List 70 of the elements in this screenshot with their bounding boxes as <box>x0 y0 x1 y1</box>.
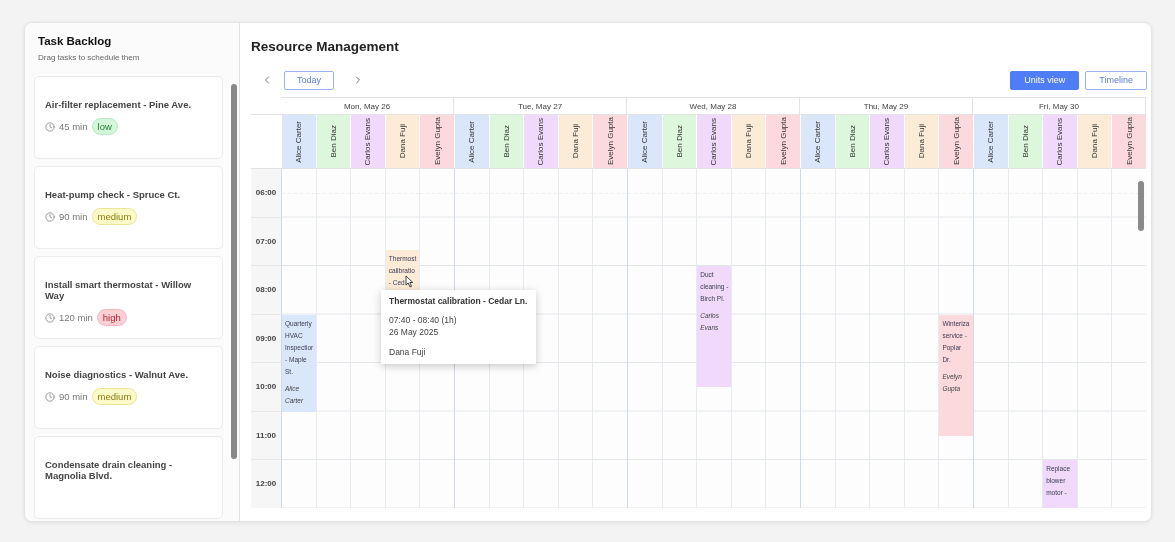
resource-header: Alice Carter <box>454 115 489 168</box>
day-header: Fri, May 30 <box>973 97 1146 114</box>
resource-header: Ben Diaz <box>1007 115 1043 168</box>
priority-tag: low <box>91 118 118 135</box>
view-tab[interactable]: Timeline <box>1085 70 1147 90</box>
hour-label: 06:00 <box>255 188 277 198</box>
tooltip-date: 26 May 2025 <box>389 327 440 337</box>
resource-header: Ben Diaz <box>488 115 524 168</box>
resource-header: Dana Fuji <box>903 115 939 168</box>
resource-header: Dana Fuji <box>384 115 420 168</box>
day-header: Tue, May 27 <box>454 97 627 114</box>
clock-icon <box>45 121 55 132</box>
resource-header: Evelyn Gupta <box>419 115 454 168</box>
task-card[interactable]: Condensate drain cleaning - Magnolia Blvd. <box>34 436 223 519</box>
resource-header: Carlos Evans <box>523 115 558 168</box>
resource-header: Carlos Evans <box>350 115 385 168</box>
priority-tag: high <box>96 309 127 326</box>
resource-header: Ben Diaz <box>661 115 697 168</box>
task-title: Install smart thermostat - Willow Way <box>45 279 193 301</box>
task-title: Air-filter replacement - Pine Ave. <box>45 99 193 110</box>
view-tab[interactable]: Units view <box>1010 70 1080 90</box>
resource-header: Evelyn Gupta <box>765 115 800 168</box>
task-card[interactable]: Noise diagnostics - Walnut Ave. 90 min medium <box>34 346 223 429</box>
today-button[interactable]: Today <box>284 70 335 90</box>
task-card[interactable]: Install smart thermostat - Willow Way 120 min high <box>34 256 223 339</box>
resource-header: Evelyn Gupta <box>592 115 627 168</box>
hour-label: 07:00 <box>255 236 277 246</box>
hour-label: 12:00 <box>255 479 277 489</box>
hour-label: 10:00 <box>255 382 277 392</box>
hour-label: 11:00 <box>256 430 276 440</box>
pointer-icon <box>405 275 414 288</box>
resource-header: Ben Diaz <box>834 115 870 168</box>
resource-header: Dana Fuji <box>1076 115 1112 168</box>
page-title: Resource Management <box>251 39 400 54</box>
day-header: Wed, May 28 <box>627 97 800 114</box>
resource-header: Carlos Evans <box>869 115 904 168</box>
day-header: Mon, May 26 <box>281 97 454 114</box>
task-duration: 90 min <box>59 211 88 222</box>
task-card[interactable]: Heat-pump check - Spruce Ct. 90 min medium <box>34 166 223 249</box>
task-duration: 45 min <box>59 121 88 132</box>
resource-header: Dana Fuji <box>730 115 766 168</box>
sidebar-title: Task Backlog <box>38 35 113 47</box>
resource-header: Carlos Evans <box>1042 115 1077 168</box>
resource-header: Alice Carter <box>627 115 662 168</box>
priority-tag: medium <box>91 208 138 225</box>
tooltip-time: 07:40 - 08:40 (1h) <box>389 315 458 325</box>
task-title: Condensate drain cleaning - Magnolia Blvd. <box>45 459 174 481</box>
resource-header: Carlos Evans <box>696 115 731 168</box>
tooltip-person: Dana Fuji <box>389 347 427 357</box>
task-duration: 90 min <box>59 391 88 402</box>
task-title: Noise diagnostics - Walnut Ave. <box>45 369 190 380</box>
hour-label: 08:00 <box>255 285 277 295</box>
resource-header: Alice Carter <box>973 115 1008 168</box>
resource-header: Alice Carter <box>281 115 316 168</box>
resource-header: Ben Diaz <box>315 115 351 168</box>
resource-header: Dana Fuji <box>557 115 593 168</box>
day-header: Thu, May 29 <box>800 97 973 114</box>
hour-label: 09:00 <box>255 333 277 343</box>
resource-header: Evelyn Gupta <box>1111 115 1146 168</box>
task-title: Heat-pump check - Spruce Ct. <box>45 189 182 200</box>
task-card[interactable]: Air-filter replacement - Pine Ave. 45 min low <box>34 76 223 159</box>
sidebar-subtitle: Drag tasks to schedule them <box>38 53 141 62</box>
task-duration: 120 min <box>59 312 93 323</box>
tooltip-title: Thermostat calibration - Cedar Ln. <box>389 296 528 306</box>
clock-icon <box>45 391 55 402</box>
priority-tag: medium <box>91 388 138 405</box>
clock-icon <box>45 312 55 323</box>
resource-header: Alice Carter <box>800 115 835 168</box>
resource-header: Evelyn Gupta <box>938 115 973 168</box>
clock-icon <box>45 211 55 222</box>
